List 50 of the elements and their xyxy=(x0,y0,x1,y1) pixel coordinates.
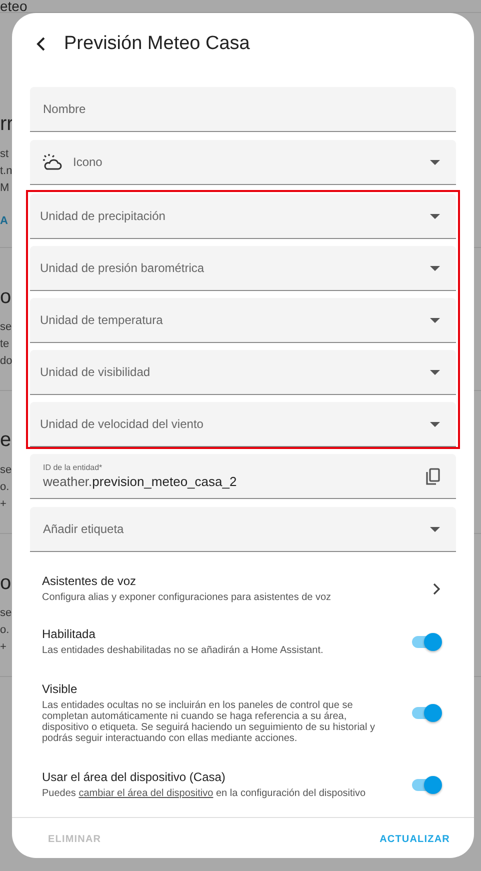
unit-select[interactable]: Unidad de visibilidad xyxy=(30,350,456,395)
caret-icon xyxy=(430,266,440,270)
toggle-switch[interactable] xyxy=(412,636,440,648)
back-icon[interactable] xyxy=(36,37,46,51)
toggle-switch[interactable] xyxy=(412,707,440,719)
card-text: t.n xyxy=(0,164,12,179)
unit-select[interactable]: Unidad de precipitación xyxy=(30,194,456,239)
card-text: + xyxy=(0,640,6,655)
update-button[interactable]: ACTUALIZAR xyxy=(368,826,462,853)
dialog-title: Previsión Meteo Casa xyxy=(64,33,250,55)
card-heading: o xyxy=(0,286,12,309)
card-text: M xyxy=(0,181,10,196)
card-text: o. xyxy=(0,480,10,495)
setting-title: Habilitada xyxy=(42,627,96,641)
change-area-link[interactable]: cambiar el área del dispositivo xyxy=(78,788,214,799)
unit-select[interactable]: Unidad de presión barométrica xyxy=(30,246,456,291)
card-text: do xyxy=(0,354,12,369)
name-field[interactable]: Nombre xyxy=(30,87,456,132)
icon-select[interactable]: Icono xyxy=(30,140,456,185)
label-select[interactable]: Añadir etiqueta xyxy=(30,507,456,552)
caret-icon xyxy=(430,214,440,218)
card-text: o. xyxy=(0,623,10,638)
page-title: eteo xyxy=(0,0,28,12)
card-text: se xyxy=(0,320,12,335)
setting-description: Puedes cambiar el área del dispositivo en la configuración del dispositivo xyxy=(42,788,367,799)
card-text: + xyxy=(0,497,6,512)
setting-title: Visible xyxy=(42,682,78,696)
unit-select[interactable]: Unidad de velocidad del viento xyxy=(30,402,456,447)
caret-icon xyxy=(430,370,440,374)
card-text: se xyxy=(0,463,12,478)
caret-icon xyxy=(430,526,440,532)
card-text: se xyxy=(0,606,12,621)
unit-select[interactable]: Unidad de temperatura xyxy=(30,298,456,343)
setting-title: Usar el área del dispositivo (Casa) xyxy=(42,770,226,784)
setting-description: Las entidades deshabilitadas no se añadirán a Home Assistant. xyxy=(42,645,324,656)
card-text: te xyxy=(0,337,10,352)
card-heading: rr xyxy=(0,113,14,136)
chevron-right-icon xyxy=(433,582,440,594)
setting-description: Las entidades ocultas no se incluirán en los paneles de control que se completan automáticamente ni cuando se haga referencia a su área, dispositivo o etiqueta. Se seguirá haciendo un seguimiento de su historial y podrás seguir interactuando con ellas mediante acciones. xyxy=(42,700,376,744)
card-heading: o xyxy=(0,572,12,595)
copy-icon[interactable] xyxy=(426,468,440,484)
weather-icon xyxy=(43,153,63,171)
caret-icon xyxy=(430,318,440,322)
caret-icon xyxy=(430,160,440,164)
card-heading: e xyxy=(0,429,12,452)
card-text: st xyxy=(0,147,9,162)
toggle-switch[interactable] xyxy=(412,778,440,790)
voice-assistants-item[interactable]: Asistentes de voz Configura alias y exponer configuraciones para asistentes de voz xyxy=(30,574,456,603)
entity-id-field[interactable]: ID de la entidad* weather.prevision_meteo_casa_2 xyxy=(30,454,456,499)
caret-icon xyxy=(430,422,440,426)
